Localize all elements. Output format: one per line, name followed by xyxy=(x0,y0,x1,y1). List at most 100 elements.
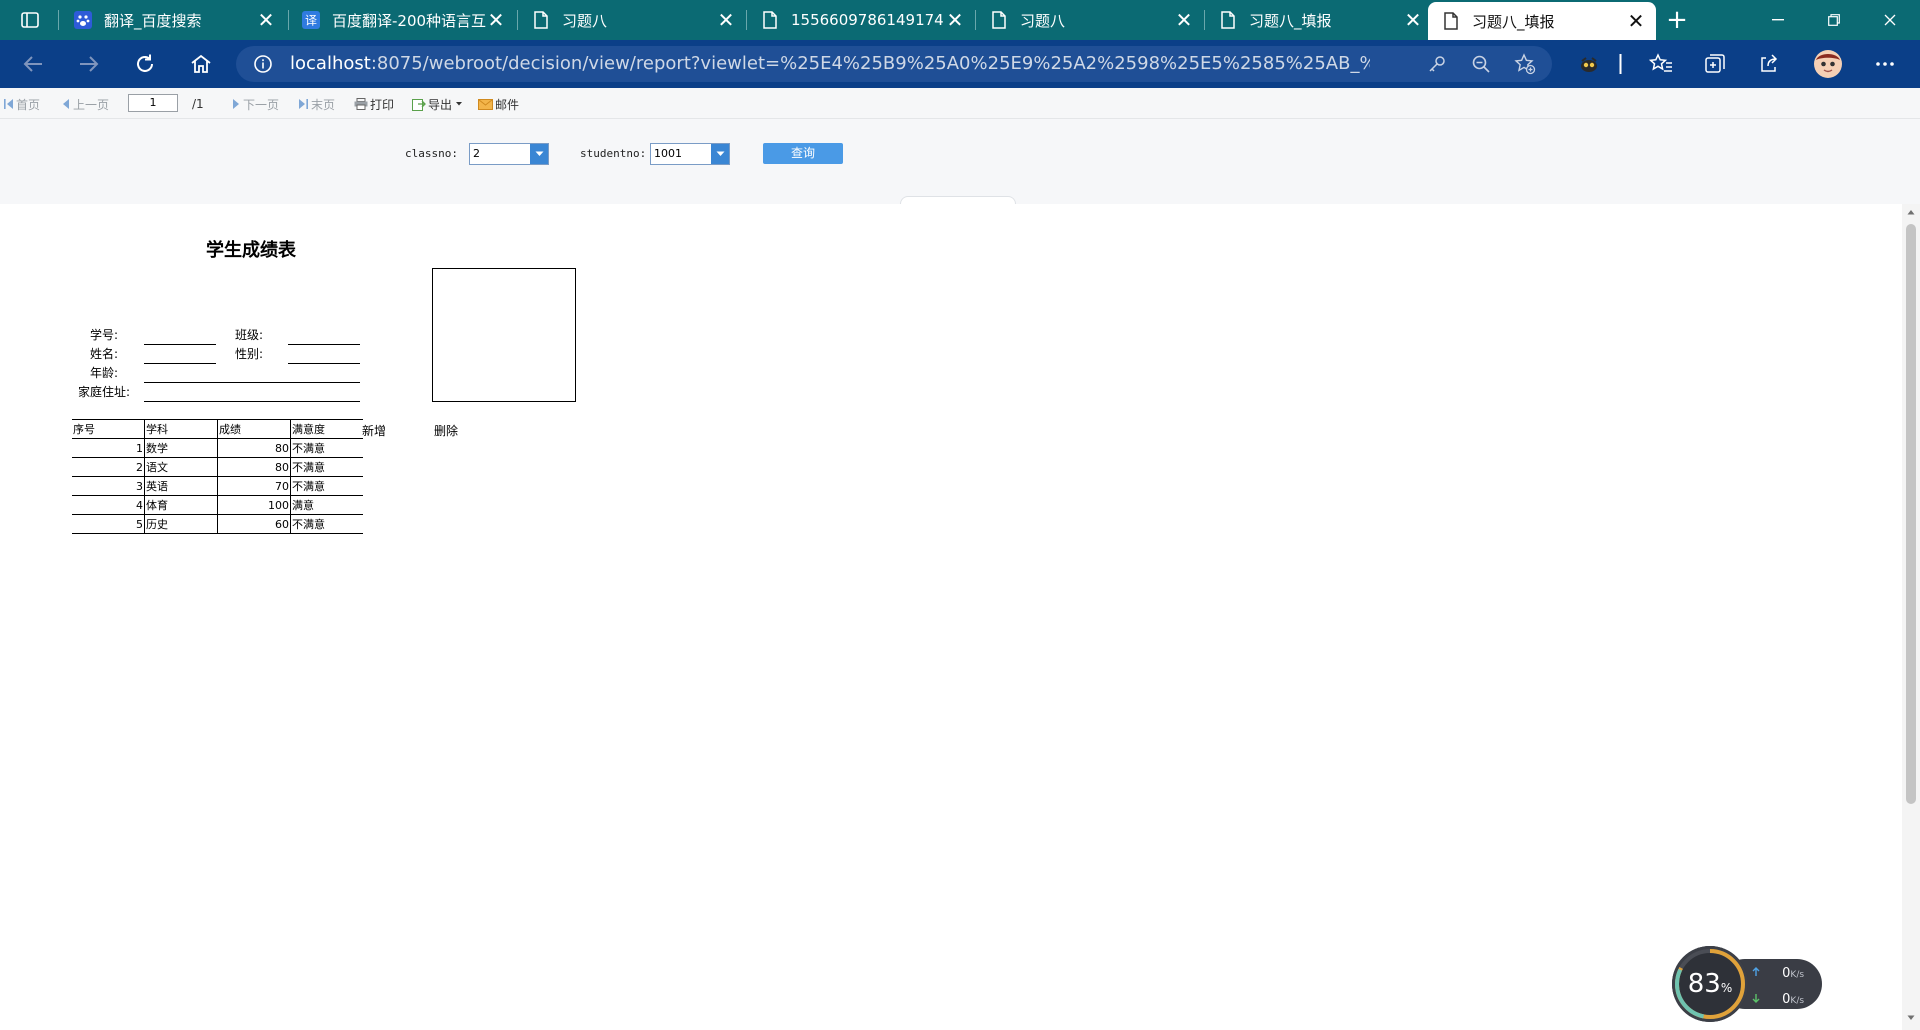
table-row: 2 语文 80 不满意 xyxy=(72,457,363,477)
export-icon xyxy=(412,98,426,111)
key-icon[interactable] xyxy=(1424,52,1450,76)
page-icon xyxy=(1442,12,1460,30)
tab-actions-icon[interactable] xyxy=(14,8,46,32)
site-info-icon[interactable] xyxy=(250,52,276,76)
memory-gauge: 83% xyxy=(1672,946,1748,1022)
cell-score[interactable]: 80 xyxy=(217,438,291,458)
extension-icon[interactable] xyxy=(1574,50,1604,78)
network-speed-widget[interactable]: 83% 0K/s 0K/s xyxy=(1672,946,1822,1022)
refresh-icon[interactable] xyxy=(130,50,160,78)
address-field[interactable] xyxy=(144,401,360,402)
restore-icon[interactable] xyxy=(1806,0,1862,40)
share-icon[interactable] xyxy=(1754,50,1784,78)
cell-score[interactable]: 60 xyxy=(217,514,291,534)
tab-title: 1556609786149174 xyxy=(791,11,944,29)
print-button[interactable]: 打印 xyxy=(354,96,394,112)
tab-exercise-8-fill-active[interactable]: 习题八_填报 ✕ xyxy=(1428,2,1656,40)
vertical-scrollbar[interactable] xyxy=(1902,204,1920,1030)
name-field[interactable] xyxy=(144,363,216,364)
cell-score[interactable]: 70 xyxy=(217,476,291,496)
tab-close-icon[interactable]: ✕ xyxy=(945,8,965,32)
student-no-field[interactable] xyxy=(144,344,216,345)
collections-icon[interactable] xyxy=(1700,50,1730,78)
export-button[interactable]: 导出 xyxy=(412,96,463,112)
studentno-value: 1001 xyxy=(654,147,682,160)
page-icon xyxy=(532,11,550,29)
add-row-button[interactable]: 新增 xyxy=(362,422,386,439)
table-row: 4 体育 100 满意 xyxy=(72,495,363,515)
scroll-down-icon[interactable] xyxy=(1906,1014,1916,1026)
forward-arrow-icon[interactable] xyxy=(74,50,104,78)
avatar[interactable] xyxy=(1812,48,1844,80)
cell-satisfaction[interactable]: 满意 xyxy=(290,495,363,515)
tab-baidu-search[interactable]: 翻译_百度搜索 ✕ xyxy=(60,0,286,40)
last-page-button[interactable]: 末页 xyxy=(298,96,335,112)
photo-frame[interactable] xyxy=(432,268,576,402)
tab-close-icon[interactable]: ✕ xyxy=(716,8,736,32)
scrollbar-thumb[interactable] xyxy=(1906,224,1916,804)
tab-exercise-8-b[interactable]: 习题八 ✕ xyxy=(976,0,1204,40)
gender-label: 性别: xyxy=(235,347,264,361)
cell-index: 2 xyxy=(72,457,145,477)
tab-baidu-translate[interactable]: 译 百度翻译-200种语言互 ✕ xyxy=(288,0,516,40)
classno-label: classno: xyxy=(405,147,458,160)
page-number-input[interactable]: 1 xyxy=(128,94,178,112)
scroll-up-icon[interactable] xyxy=(1906,208,1916,220)
cell-subject[interactable]: 语文 xyxy=(144,457,218,477)
cell-subject[interactable]: 英语 xyxy=(144,476,218,496)
studentno-combo[interactable]: 1001 xyxy=(650,143,730,165)
tab-numeric-id[interactable]: 1556609786149174 ✕ xyxy=(747,0,975,40)
studentno-label: studentno: xyxy=(580,147,647,160)
more-options-icon[interactable] xyxy=(1870,50,1900,78)
tab-exercise-8[interactable]: 习题八 ✕ xyxy=(518,0,746,40)
close-window-icon[interactable] xyxy=(1862,0,1918,40)
minimize-icon[interactable] xyxy=(1750,0,1806,40)
upload-arrow-icon xyxy=(1752,967,1760,976)
tab-title: 百度翻译-200种语言互 xyxy=(332,11,486,30)
next-page-label: 下一页 xyxy=(243,97,280,112)
home-icon[interactable] xyxy=(186,50,216,78)
classno-combo[interactable]: 2 xyxy=(469,143,549,165)
mail-button[interactable]: 邮件 xyxy=(478,96,519,112)
gender-field[interactable] xyxy=(288,363,360,364)
delete-row-button[interactable]: 删除 xyxy=(434,422,458,439)
cell-satisfaction[interactable]: 不满意 xyxy=(290,457,363,477)
back-arrow-icon[interactable] xyxy=(18,50,48,78)
header-subject: 学科 xyxy=(144,419,218,439)
svg-text:译: 译 xyxy=(305,14,317,28)
cell-subject[interactable]: 体育 xyxy=(144,495,218,515)
prev-page-button[interactable]: 上一页 xyxy=(62,96,109,112)
page-icon xyxy=(990,11,1008,29)
cell-score[interactable]: 100 xyxy=(217,495,291,515)
tab-exercise-8-fill[interactable]: 习题八_填报 ✕ xyxy=(1205,0,1433,40)
cell-score[interactable]: 80 xyxy=(217,457,291,477)
address-label: 家庭住址: xyxy=(78,385,131,399)
favorites-icon[interactable] xyxy=(1646,50,1676,78)
chevron-down-icon[interactable] xyxy=(711,144,729,164)
cell-satisfaction[interactable]: 不满意 xyxy=(290,514,363,534)
tab-close-icon[interactable]: ✕ xyxy=(1626,9,1646,33)
first-page-button[interactable]: 首页 xyxy=(4,96,40,112)
class-field[interactable] xyxy=(288,344,360,345)
cell-satisfaction[interactable]: 不满意 xyxy=(290,438,363,458)
cell-satisfaction[interactable]: 不满意 xyxy=(290,476,363,496)
address-bar[interactable]: localhost:8075/webroot/decision/view/rep… xyxy=(236,46,1552,82)
download-unit: K/s xyxy=(1790,996,1805,1006)
table-row: 5 历史 60 不满意 xyxy=(72,514,363,534)
query-button[interactable]: 查询 xyxy=(763,143,843,164)
age-field[interactable] xyxy=(144,382,360,383)
navigation-bar: localhost:8075/webroot/decision/view/rep… xyxy=(0,40,1920,88)
url-text[interactable]: localhost:8075/webroot/decision/view/rep… xyxy=(290,46,1370,82)
next-page-button[interactable]: 下一页 xyxy=(232,96,279,112)
tab-close-icon[interactable]: ✕ xyxy=(486,8,506,32)
add-favorite-icon[interactable] xyxy=(1512,52,1538,76)
tab-close-icon[interactable]: ✕ xyxy=(1403,8,1423,32)
cell-subject[interactable]: 历史 xyxy=(144,514,218,534)
chevron-down-icon[interactable] xyxy=(530,144,548,164)
new-tab-button[interactable]: + xyxy=(1662,6,1692,34)
tab-close-icon[interactable]: ✕ xyxy=(256,8,276,32)
cell-subject[interactable]: 数学 xyxy=(144,438,218,458)
tab-close-icon[interactable]: ✕ xyxy=(1174,8,1194,32)
zoom-out-icon[interactable] xyxy=(1468,52,1494,76)
baidu-paw-icon xyxy=(74,11,92,29)
